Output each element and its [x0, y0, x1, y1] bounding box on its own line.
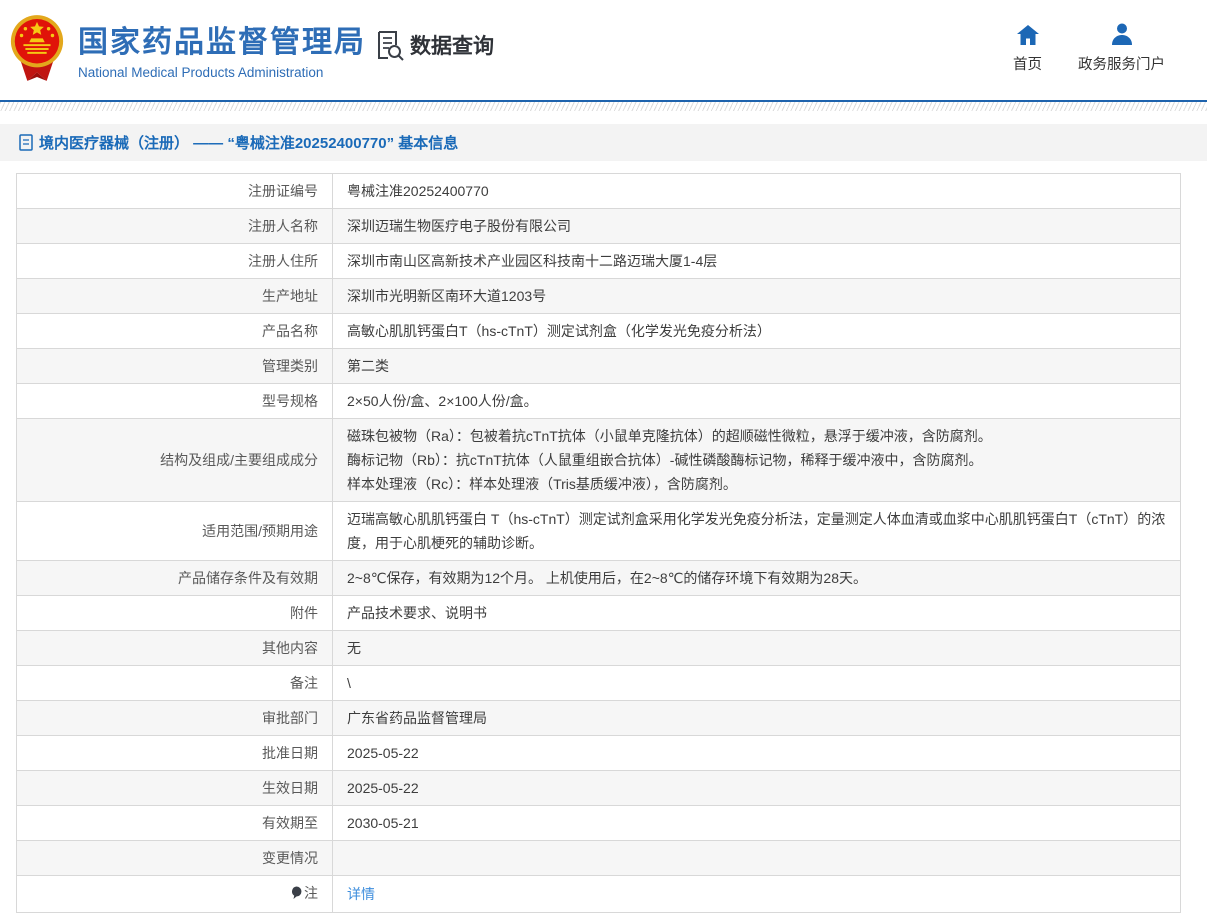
row-label: 适用范围/预期用途: [16, 501, 333, 561]
value-line: 酶标记物（Rb）：抗cTnT抗体（人鼠重组嵌合抗体）-碱性磷酸酶标记物，稀释于缓…: [347, 452, 983, 468]
table-row: 备注 \: [16, 665, 1181, 701]
row-value: 深圳迈瑞生物医疗电子股份有限公司: [332, 208, 1181, 244]
row-label: 变更情况: [16, 840, 333, 876]
table-row: 注详情: [16, 875, 1181, 913]
row-value: 2030-05-21: [332, 805, 1181, 841]
table-row: 生效日期 2025-05-22: [16, 770, 1181, 806]
table-row: 型号规格 2×50人份/盒、2×100人份/盒。: [16, 383, 1181, 419]
user-icon: [1109, 22, 1135, 46]
row-label: 产品名称: [16, 313, 333, 349]
table-row: 产品名称 高敏心肌肌钙蛋白T（hs-cTnT）测定试剂盒（化学发光免疫分析法）: [16, 313, 1181, 349]
row-value: [332, 840, 1181, 876]
row-value: 粤械注准20252400770: [332, 173, 1181, 209]
header-nav: 首页 政务服务门户: [1013, 22, 1165, 74]
row-label: 生产地址: [16, 278, 333, 314]
hint-icon: [291, 883, 302, 907]
site-title: 国家药品监督管理局: [78, 25, 366, 59]
nav-item-home[interactable]: 首页: [1013, 22, 1042, 74]
row-value: 产品技术要求、说明书: [332, 595, 1181, 631]
site-subtitle: National Medical Products Administration: [78, 64, 324, 80]
table-row: 附件 产品技术要求、说明书: [16, 595, 1181, 631]
value-line: 样本处理液（Rc）：样本处理液（Tris基质缓冲液），含防腐剂。: [347, 476, 737, 492]
breadcrumb: 境内医疗器械（注册） —— “粤械注准20252400770” 基本信息: [0, 124, 1207, 161]
row-label: 注册证编号: [16, 173, 333, 209]
row-label: 注册人名称: [16, 208, 333, 244]
row-label: 附件: [16, 595, 333, 631]
document-search-icon: [375, 29, 405, 61]
table-row: 产品储存条件及有效期 2~8℃保存，有效期为12个月。 上机使用后，在2~8℃的储…: [16, 560, 1181, 596]
row-value: 深圳市光明新区南环大道1203号: [332, 278, 1181, 314]
table-row: 审批部门 广东省药品监督管理局: [16, 700, 1181, 736]
brand-home-link[interactable]: 国家药品监督管理局 National Medical Products Admi…: [8, 9, 366, 94]
table-row: 注册人名称 深圳迈瑞生物医疗电子股份有限公司: [16, 208, 1181, 244]
table-row: 有效期至 2030-05-21: [16, 805, 1181, 841]
table-row: 批准日期 2025-05-22: [16, 735, 1181, 771]
nav-item-portal[interactable]: 政务服务门户: [1078, 22, 1165, 74]
table-row: 注册证编号 粤械注准20252400770: [16, 173, 1181, 209]
nav-label: 首页: [1013, 57, 1042, 73]
row-label: 注: [16, 875, 333, 913]
row-value: 2~8℃保存，有效期为12个月。 上机使用后，在2~8℃的储存环境下有效期为28…: [332, 560, 1181, 596]
table-row: 适用范围/预期用途 迈瑞高敏心肌肌钙蛋白 T（hs-cTnT）测定试剂盒采用化学发…: [16, 501, 1181, 561]
row-label: 型号规格: [16, 383, 333, 419]
detail-link[interactable]: 详情: [347, 886, 375, 902]
registration-detail: 注册证编号 粤械注准20252400770 注册人名称 深圳迈瑞生物医疗电子股份有限公…: [16, 173, 1191, 913]
row-label: 注册人住所: [16, 243, 333, 279]
row-value: 2025-05-22: [332, 770, 1181, 806]
row-value: \: [332, 665, 1181, 701]
registration-detail-table: 注册证编号 粤械注准20252400770 注册人名称 深圳迈瑞生物医疗电子股份有限公…: [16, 173, 1181, 913]
national-emblem-icon: [8, 9, 66, 94]
section-title: 数据查询: [410, 35, 494, 58]
row-value: 详情: [332, 875, 1181, 913]
row-label: 批准日期: [16, 735, 333, 771]
row-value: 2×50人份/盒、2×100人份/盒。: [332, 383, 1181, 419]
value-line: 磁珠包被物（Ra）：包被着抗cTnT抗体（小鼠单克隆抗体）的超顺磁性微粒，悬浮于…: [347, 428, 992, 444]
page-title: 境内医疗器械（注册） —— “粤械注准20252400770” 基本信息: [39, 135, 459, 152]
row-value: 无: [332, 630, 1181, 666]
row-label: 备注: [16, 665, 333, 701]
table-row: 生产地址 深圳市光明新区南环大道1203号: [16, 278, 1181, 314]
table-row: 注册人住所 深圳市南山区高新技术产业园区科技南十二路迈瑞大厦1-4层: [16, 243, 1181, 279]
page-icon: [19, 134, 39, 151]
row-value: 2025-05-22: [332, 735, 1181, 771]
row-label: 审批部门: [16, 700, 333, 736]
table-body: 注册证编号 粤械注准20252400770 注册人名称 深圳迈瑞生物医疗电子股份有限公…: [16, 173, 1181, 913]
table-row: 结构及组成/主要组成成分 磁珠包被物（Ra）：包被着抗cTnT抗体（小鼠单克隆抗体…: [16, 418, 1181, 502]
table-row: 变更情况: [16, 840, 1181, 876]
data-query-link[interactable]: 数据查询: [375, 29, 494, 61]
home-icon: [1016, 22, 1040, 46]
row-value: 高敏心肌肌钙蛋白T（hs-cTnT）测定试剂盒（化学发光免疫分析法）: [332, 313, 1181, 349]
row-label: 其他内容: [16, 630, 333, 666]
site-header: 国家药品监督管理局 National Medical Products Admi…: [0, 0, 1207, 100]
row-value: 深圳市南山区高新技术产业园区科技南十二路迈瑞大厦1-4层: [332, 243, 1181, 279]
row-label: 结构及组成/主要组成成分: [16, 418, 333, 502]
table-row: 其他内容无: [16, 630, 1181, 666]
hatch-decoration: [0, 102, 1207, 111]
table-row: 管理类别 第二类: [16, 348, 1181, 384]
nav-label: 政务服务门户: [1078, 57, 1165, 73]
row-value: 迈瑞高敏心肌肌钙蛋白 T（hs-cTnT）测定试剂盒采用化学发光免疫分析法，定量…: [332, 501, 1181, 561]
row-label: 产品储存条件及有效期: [16, 560, 333, 596]
row-value: 广东省药品监督管理局: [332, 700, 1181, 736]
row-label: 有效期至: [16, 805, 333, 841]
row-value: 第二类: [332, 348, 1181, 384]
row-label: 生效日期: [16, 770, 333, 806]
row-value: 磁珠包被物（Ra）：包被着抗cTnT抗体（小鼠单克隆抗体）的超顺磁性微粒，悬浮于…: [332, 418, 1181, 502]
row-label: 管理类别: [16, 348, 333, 384]
